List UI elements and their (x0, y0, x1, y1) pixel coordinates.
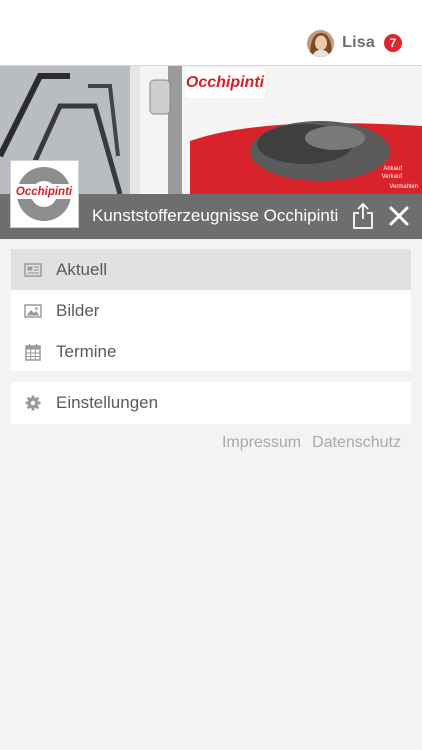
share-button[interactable] (351, 202, 375, 230)
user-avatar[interactable] (307, 29, 335, 57)
menu-item-termine[interactable]: Termine (11, 331, 411, 372)
user-menu[interactable]: Lisa 7 (307, 29, 402, 57)
page-title: Kunststofferzeugnisse Occhipinti (92, 206, 339, 225)
banner-sign-text-2: Verkauf (382, 174, 403, 180)
menu-item-bilder[interactable]: Bilder (11, 290, 411, 331)
datenschutz-link[interactable]: Datenschutz (312, 434, 401, 452)
close-icon[interactable] (387, 204, 411, 228)
newspaper-icon (24, 261, 42, 279)
banner-sign-text-1: Ankauf (383, 166, 402, 172)
logo-text: Occhipinti (16, 186, 73, 198)
impressum-link[interactable]: Impressum (222, 434, 301, 452)
company-logo: Occhipinti (10, 160, 79, 228)
user-name[interactable]: Lisa (342, 34, 375, 52)
menu-item-label: Aktuell (56, 259, 108, 279)
main-menu: Aktuell Bilder Termine (11, 249, 411, 371)
top-bar: Lisa 7 (0, 0, 422, 66)
banner-brand-text: Occhipinti (186, 74, 265, 91)
share-icon[interactable] (351, 202, 375, 230)
menu-item-einstellungen[interactable]: Einstellungen (11, 382, 411, 423)
menu-item-label: Termine (56, 341, 117, 361)
menu-item-aktuell[interactable]: Aktuell (11, 249, 411, 290)
menu-item-label: Einstellungen (56, 392, 159, 412)
menu-item-label: Bilder (56, 300, 100, 320)
notification-badge[interactable]: 7 (384, 34, 402, 52)
settings-menu: Einstellungen (11, 382, 411, 424)
close-button[interactable] (387, 204, 411, 228)
footer-links: Impressum Datenschutz (222, 434, 401, 452)
banner-sign-text-3: Vermahlen (389, 184, 418, 190)
calendar-icon (24, 343, 42, 361)
gear-icon (24, 394, 42, 412)
image-icon (24, 302, 42, 320)
